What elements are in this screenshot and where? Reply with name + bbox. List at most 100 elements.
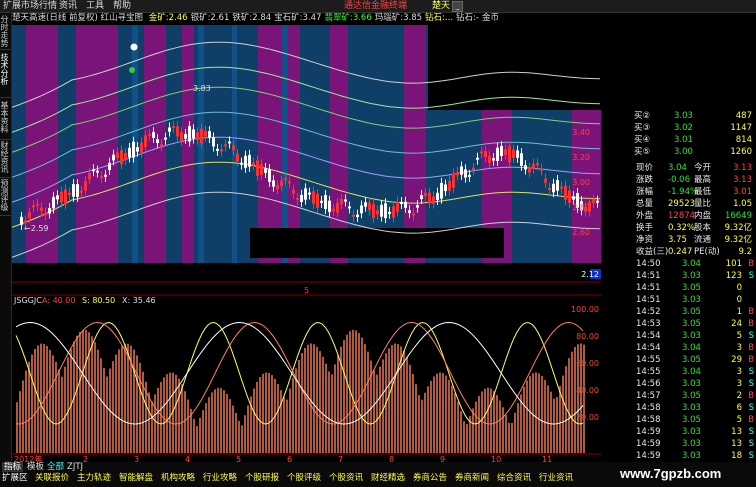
osc-bar [334, 364, 336, 453]
osc-bar [301, 353, 303, 453]
indicator-value: 玛瑙矿:3.85 [374, 13, 423, 23]
candle-body [64, 189, 67, 205]
bottom-tab[interactable]: 扩展区 [2, 472, 28, 484]
osc-bar [97, 349, 99, 453]
osc-bar [103, 367, 105, 453]
tab-all[interactable]: 全部 [47, 462, 64, 472]
candle-body [468, 174, 471, 177]
osc-bar [139, 362, 141, 453]
osc-bar [442, 373, 444, 453]
tick-row: 14:51 3.05 0 [636, 283, 742, 293]
tick-row: 14:52 3.05 1 B [636, 307, 754, 317]
candle-body [96, 170, 99, 173]
menu-item-tools[interactable]: 工具 [86, 0, 104, 12]
osc-bar [178, 378, 180, 453]
bottom-tab[interactable]: 智能解盘 [119, 472, 153, 484]
menu-item-market[interactable]: 扩展市场行情 [3, 0, 57, 12]
osc-bar [79, 331, 81, 453]
bottom-tab[interactable]: 综合资讯 [497, 472, 531, 484]
tab-finance-news[interactable]: 财经资讯 [0, 141, 11, 178]
osc-bar [205, 403, 207, 453]
candle-body [272, 180, 275, 187]
bottom-tab[interactable]: 财经精选 [371, 472, 405, 484]
candle-body [328, 200, 331, 212]
quote-panel: 买② 3.03 487 买③ 3.02 1147 买④ 3.01 814 买⑤ 3.00 1260 现… [602, 110, 756, 463]
candle-body [424, 192, 427, 196]
osc-bar [244, 415, 246, 453]
stat-row: 涨跌 -0.06 最高 3.13 [636, 175, 752, 185]
tab-forecast[interactable]: 预测评级 [0, 179, 11, 216]
osc-bar [265, 372, 267, 453]
candle-body [440, 182, 443, 199]
sub-axis-label: 100.00 [571, 305, 599, 314]
osc-bar [502, 407, 504, 453]
candle-body [292, 189, 295, 194]
osc-bar [490, 388, 492, 453]
candle-body [160, 144, 163, 147]
menu-item-help[interactable]: 帮助 [113, 0, 131, 12]
osc-bar [40, 343, 42, 453]
red-marker: 5 [304, 286, 309, 295]
osc-bar [388, 348, 390, 453]
osc-bar [124, 343, 126, 453]
tab-zjtj[interactable]: ZJTJ [67, 462, 83, 472]
bottom-tab[interactable]: 个股研报 [245, 472, 279, 484]
bottom-tab[interactable]: 券商公告 [413, 472, 447, 484]
osc-bar [376, 374, 378, 453]
candle-body [472, 167, 475, 171]
osc-bar [61, 376, 63, 453]
bottom-tab[interactable]: 券商新闻 [455, 472, 489, 484]
osc-bar [34, 349, 36, 453]
osc-bar [526, 380, 528, 453]
tick-row: 14:59 3.03 13 S [636, 427, 754, 437]
osc-bar [553, 398, 555, 453]
minimize-icon[interactable]: _ [452, 1, 463, 12]
watermark: www.7gpzb.com [620, 466, 722, 481]
current-price-tag: 2.12 [581, 270, 599, 279]
osc-bar [181, 384, 183, 453]
tab-label: 技术分析 [0, 53, 9, 85]
osc-bar [367, 351, 369, 453]
tab-template[interactable]: 模板 [27, 462, 44, 472]
kline-chart[interactable]: 3.83 ←2.59 3.40 3.20 3.00 2.80 2.60 2.12 5 JSGGJ… [12, 13, 601, 463]
indicator-value: 钻石:... [425, 13, 454, 23]
candle-body [100, 176, 103, 179]
tab-timeshare[interactable]: 分时走势 [0, 15, 11, 50]
osc-bar [478, 395, 480, 453]
tab-indicator[interactable]: 指标 [2, 462, 24, 472]
bottom-tab[interactable]: 个股评级 [287, 472, 321, 484]
tab-fundamentals[interactable]: 基本资料 [0, 101, 11, 140]
candle-body [512, 149, 515, 158]
osc-bar [85, 330, 87, 453]
sub-value: A: 40.00 [42, 296, 75, 305]
osc-bar [493, 390, 495, 453]
candle-body [560, 186, 563, 189]
tick-row: 14:55 3.05 29 B [636, 355, 754, 365]
tab-technical[interactable]: 技术分析 [0, 53, 11, 98]
candle-body [92, 169, 95, 172]
osc-bar [199, 417, 201, 453]
candle-body [20, 216, 23, 225]
osc-bar [313, 344, 315, 453]
bottom-tab[interactable]: 关联报价 [35, 472, 69, 484]
osc-bar [580, 343, 582, 453]
osc-bar [289, 388, 291, 453]
osc-bar [562, 375, 564, 453]
bottom-tab[interactable]: 行业资讯 [539, 472, 573, 484]
osc-bar [556, 396, 558, 453]
bottom-tab[interactable]: 行业攻略 [203, 472, 237, 484]
price-axis-label: 3.20 [572, 153, 590, 162]
candle-body [420, 195, 423, 200]
bottom-tab[interactable]: 个股资讯 [329, 472, 363, 484]
sub-axis-label: 20.00 [576, 413, 599, 422]
osc-bar [220, 388, 222, 453]
bottom-tab[interactable]: 机构攻略 [161, 472, 195, 484]
osc-bar [118, 349, 120, 453]
osc-bar [358, 333, 360, 453]
osc-bar [16, 402, 18, 453]
bottom-tab[interactable]: 主力轨迹 [77, 472, 111, 484]
osc-bar [169, 372, 171, 453]
menu-item-news[interactable]: 资讯 [59, 0, 77, 12]
indicator-value: 金矿:2.46 [148, 13, 188, 23]
osc-bar [466, 424, 468, 453]
